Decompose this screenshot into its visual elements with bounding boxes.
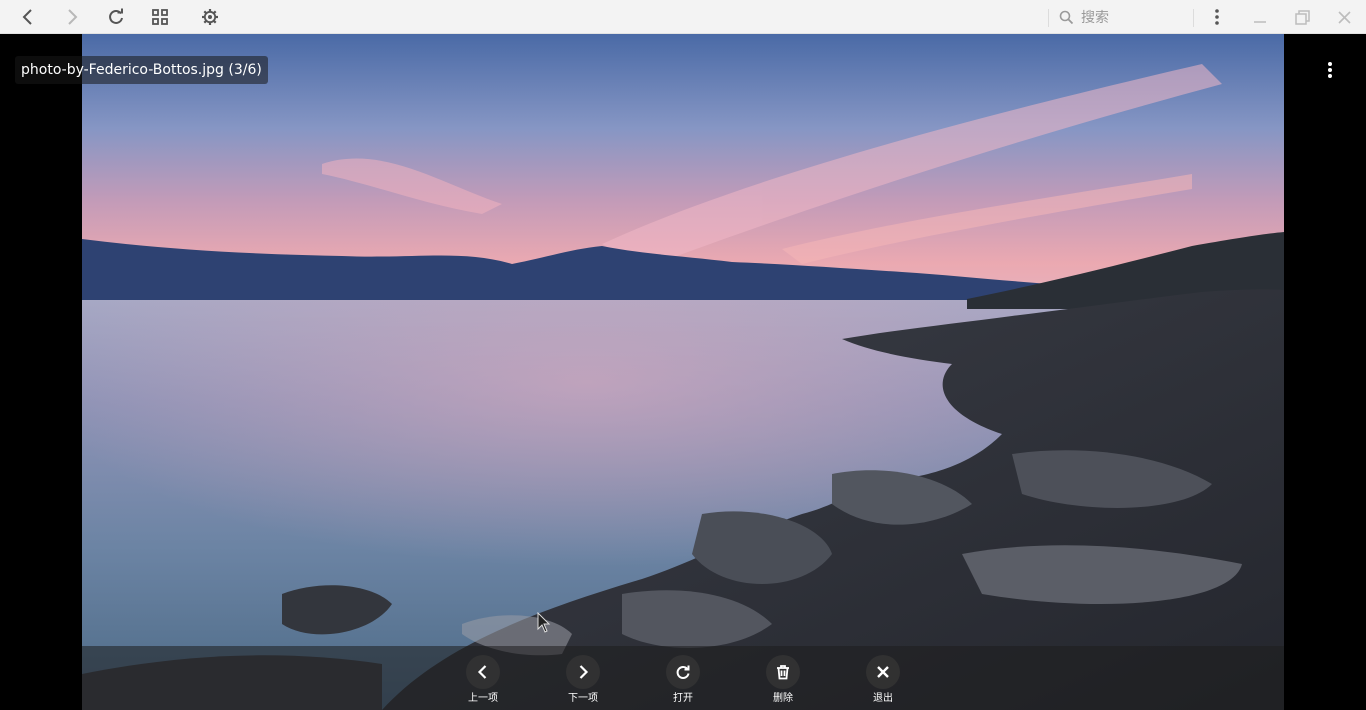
- mouse-cursor-icon: [537, 612, 551, 633]
- delete-label: 删除: [773, 693, 793, 704]
- close-icon: [1337, 10, 1351, 24]
- toolbar-menu-button[interactable]: [1205, 5, 1229, 29]
- grid-view-icon: [152, 9, 168, 25]
- more-vertical-icon: [1215, 9, 1219, 25]
- prev-item-label: 上一项: [468, 693, 498, 704]
- restore-icon: [1294, 9, 1310, 25]
- open-rotate-icon: [676, 665, 690, 679]
- exit-button[interactable]: 退出: [853, 655, 913, 707]
- exit-label: 退出: [873, 693, 893, 704]
- close-button[interactable]: [1332, 5, 1356, 29]
- open-button[interactable]: 打开: [653, 655, 713, 707]
- delete-button[interactable]: 删除: [753, 655, 813, 707]
- trash-icon: [777, 665, 789, 680]
- refresh-button[interactable]: [104, 5, 128, 29]
- settings-button[interactable]: [198, 5, 222, 29]
- minimize-icon: [1254, 21, 1266, 23]
- close-x-icon: [877, 666, 889, 678]
- next-item-label: 下一项: [568, 693, 598, 704]
- photo[interactable]: [82, 34, 1284, 710]
- file-name-label: photo-by-Federico-Bottos.jpg (3/6): [15, 56, 268, 84]
- refresh-icon: [109, 8, 123, 24]
- minimize-button[interactable]: [1248, 5, 1272, 29]
- search-input[interactable]: [1081, 9, 1181, 27]
- search-icon: [1059, 10, 1074, 29]
- restore-button[interactable]: [1290, 5, 1314, 29]
- more-vertical-icon: [1328, 62, 1332, 78]
- search-box[interactable]: [1048, 9, 1194, 27]
- chevron-right-icon: [579, 665, 589, 679]
- grid-view-button[interactable]: [148, 5, 172, 29]
- back-button[interactable]: [16, 5, 40, 29]
- open-label: 打开: [673, 693, 693, 704]
- prev-item-button[interactable]: 上一项: [453, 655, 513, 707]
- next-item-button[interactable]: 下一项: [553, 655, 613, 707]
- top-toolbar: [0, 0, 1366, 34]
- forward-button[interactable]: [60, 5, 84, 29]
- back-arrow-icon: [22, 9, 32, 25]
- forward-arrow-icon: [68, 9, 78, 25]
- viewer-menu-button[interactable]: [1318, 58, 1342, 82]
- image-viewer: photo-by-Federico-Bottos.jpg (3/6) 上一项 下…: [0, 34, 1366, 710]
- settings-gear-icon: [202, 9, 218, 25]
- bottom-action-bar: 上一项 下一项 打开 删除 退出: [82, 646, 1284, 710]
- chevron-left-icon: [477, 665, 487, 679]
